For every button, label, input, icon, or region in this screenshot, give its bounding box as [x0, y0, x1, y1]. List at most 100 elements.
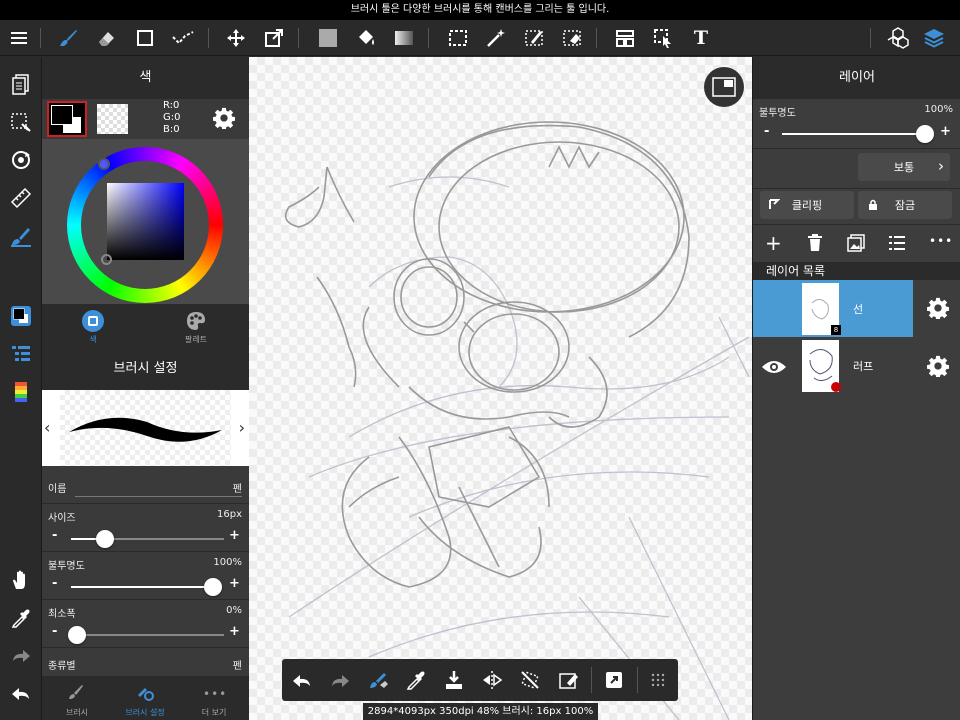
palette-icon[interactable] — [9, 380, 33, 404]
color-tab-icon[interactable] — [82, 310, 104, 332]
layer-more-icon[interactable]: ••• — [929, 234, 953, 248]
clear-icon[interactable] — [556, 668, 580, 692]
brush-settings-tab-label[interactable]: 브러시 설정 — [120, 707, 170, 718]
eye-icon[interactable] — [761, 359, 787, 375]
saturation-value-square[interactable] — [107, 183, 184, 260]
rgb-b: B:0 — [163, 124, 180, 135]
layer-opacity-slider[interactable] — [782, 125, 934, 143]
brush-eraser-toggle-icon[interactable] — [366, 668, 390, 692]
blend-mode-select[interactable]: 보통 › — [858, 153, 950, 181]
more-dots-icon[interactable] — [646, 668, 670, 692]
magic-wand-icon[interactable] — [484, 26, 508, 50]
opacity-minus-button[interactable]: - — [52, 576, 57, 591]
redo-icon[interactable] — [328, 668, 352, 692]
color-wheel-area[interactable] — [42, 139, 249, 304]
text-icon[interactable]: T — [689, 26, 713, 50]
left-panel: 색 R:0 G:0 B:0 색 팔레트 브러시 설정 ‹ › 이름 펜 사이즈 … — [42, 57, 249, 720]
brush-tab-label[interactable]: 브러시 — [54, 707, 100, 718]
brush-settings-tab-icon[interactable] — [136, 683, 154, 701]
min-width-minus-button[interactable]: - — [52, 624, 57, 639]
material-icon[interactable] — [886, 26, 910, 50]
undo-icon[interactable] — [290, 668, 314, 692]
clipping-button[interactable]: 클리핑 — [760, 191, 854, 219]
layer-opacity-minus-button[interactable]: - — [764, 124, 769, 139]
opacity-slider-thumb[interactable] — [204, 578, 222, 596]
layer-list-title: 레이어 목록 — [753, 262, 960, 280]
min-width-slider-thumb[interactable] — [68, 626, 86, 644]
min-width-plus-button[interactable]: + — [229, 624, 240, 639]
rotate-icon[interactable] — [9, 148, 33, 172]
layers-icon[interactable] — [922, 26, 946, 50]
select-icon[interactable] — [446, 26, 470, 50]
add-image-icon[interactable] — [847, 234, 865, 252]
palette-tab-label[interactable]: 팔레트 — [174, 334, 218, 345]
dot-icon[interactable] — [171, 26, 195, 50]
layer-panel: 레이어 불투명도 100% - + 보통 › 클리핑 잠금 + ••• 레이어 … — [752, 57, 960, 720]
brush-tab-icon[interactable] — [67, 683, 85, 701]
add-layer-icon[interactable]: + — [765, 233, 782, 253]
fill-color-icon[interactable] — [316, 26, 340, 50]
chevron-left-icon[interactable]: ‹ — [44, 418, 50, 437]
shape-icon[interactable] — [133, 26, 157, 50]
opacity-plus-button[interactable]: + — [229, 576, 240, 591]
hue-handle[interactable] — [98, 158, 110, 170]
brush-icon[interactable] — [56, 26, 80, 50]
menu-icon[interactable] — [7, 26, 31, 50]
page-icon[interactable] — [9, 72, 33, 96]
chevron-right-icon[interactable]: › — [239, 418, 245, 437]
size-minus-button[interactable]: - — [52, 528, 57, 543]
size-plus-button[interactable]: + — [229, 528, 240, 543]
lock-button[interactable]: 잠금 — [858, 191, 952, 219]
eyedropper-icon[interactable] — [404, 668, 428, 692]
min-width-slider[interactable] — [68, 626, 224, 644]
rotate-reset-icon[interactable] — [518, 668, 542, 692]
layer-item-selected[interactable]: 8 선 — [753, 280, 913, 337]
eraser-icon[interactable] — [94, 26, 118, 50]
type-row[interactable]: 종류별 펜 — [42, 648, 249, 674]
operation-icon[interactable] — [651, 26, 675, 50]
save-icon[interactable] — [442, 668, 466, 692]
more-tab-icon[interactable]: ••• — [203, 687, 227, 701]
palette-tab-icon[interactable] — [185, 310, 207, 332]
drawing-canvas[interactable] — [249, 57, 752, 720]
select-pen-icon[interactable] — [522, 26, 546, 50]
foreground-color[interactable] — [47, 101, 87, 137]
delete-layer-icon[interactable] — [807, 234, 823, 252]
bucket-icon[interactable] — [354, 26, 378, 50]
layer-opacity-slider-thumb[interactable] — [916, 125, 934, 143]
layer-thumbnail: 8 — [802, 283, 841, 335]
sketch-drawing — [284, 121, 750, 720]
move-icon[interactable] — [224, 26, 248, 50]
layer-item[interactable]: 러프 — [753, 338, 960, 395]
color-swatch-icon[interactable] — [9, 304, 33, 328]
ruler-icon[interactable] — [9, 186, 33, 210]
eyedropper-icon[interactable] — [9, 606, 33, 630]
brush-tool-icon[interactable] — [9, 224, 33, 248]
layer-list-icon[interactable] — [889, 235, 905, 251]
size-slider[interactable] — [71, 530, 224, 548]
more-tab-label[interactable]: 더 보기 — [192, 707, 236, 718]
transform-icon[interactable] — [262, 26, 286, 50]
background-color[interactable] — [97, 104, 128, 134]
select-eraser-icon[interactable] — [560, 26, 584, 50]
layer-opacity-plus-button[interactable]: + — [940, 124, 951, 139]
color-handle[interactable] — [101, 254, 112, 265]
redo-icon[interactable] — [9, 644, 33, 668]
fullscreen-icon[interactable] — [602, 668, 626, 692]
opacity-slider[interactable] — [71, 578, 222, 596]
color-tab-label[interactable]: 색 — [72, 334, 114, 345]
size-slider-thumb[interactable] — [95, 530, 114, 548]
gradient-icon[interactable] — [392, 26, 416, 50]
layer-settings-gear-icon[interactable] — [927, 355, 949, 377]
panel-layout-icon[interactable] — [613, 26, 637, 50]
brush-name-value[interactable]: 펜 — [233, 480, 242, 495]
undo-icon[interactable] — [9, 682, 33, 706]
brush-name-row[interactable]: 이름 펜 — [42, 466, 249, 504]
layer-settings-gear-icon[interactable] — [913, 280, 960, 337]
flip-icon[interactable] — [480, 668, 504, 692]
canvas-preview-button[interactable] — [704, 67, 744, 107]
color-settings-gear-icon[interactable] — [213, 107, 235, 129]
brush-list-icon[interactable] — [9, 342, 33, 366]
hand-icon[interactable] — [9, 568, 33, 592]
selection-icon[interactable] — [9, 110, 33, 134]
